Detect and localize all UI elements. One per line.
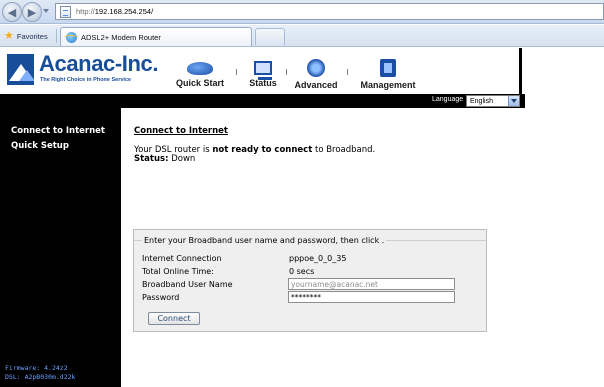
login-panel: Enter your Broadband user name and passw… (133, 229, 487, 332)
tab-adsl-router[interactable]: ADSL2+ Modem Router (60, 27, 252, 46)
connect-button[interactable]: Connect (148, 312, 200, 325)
language-select[interactable]: English (466, 95, 520, 107)
username-label: Broadband User Name (142, 280, 233, 289)
status-line: Status: Down (134, 154, 195, 164)
dsl-version: DSL: A2pB030m.d22k (5, 373, 76, 381)
address-scheme: http:// (76, 7, 95, 16)
sidebar-item-quick-setup[interactable]: Quick Setup (11, 141, 69, 151)
tab-title: ADSL2+ Modem Router (81, 32, 161, 42)
language-value: English (470, 97, 493, 105)
browser-tab-bar: ★ Favorites ADSL2+ Modem Router (0, 25, 604, 47)
status-value: Down (171, 154, 196, 164)
quick-start-icon (187, 62, 213, 75)
new-tab-button[interactable] (255, 28, 285, 45)
page-icon (60, 5, 71, 18)
logo-tagline: The Right Choice in Phone Service (40, 77, 132, 83)
online-time-value: 0 secs (289, 267, 315, 276)
logo-mountain-shape (19, 70, 34, 81)
menu-status[interactable]: Status (242, 48, 284, 94)
star-icon: ★ (4, 29, 14, 42)
password-input[interactable] (288, 291, 455, 303)
password-label: Password (142, 293, 180, 302)
monitor-icon (254, 61, 272, 80)
forward-arrow-icon: ▶ (27, 5, 37, 19)
status-emphasis: not ready to connect (212, 145, 313, 155)
sidebar-item-connect-to-internet[interactable]: Connect to Internet (11, 126, 105, 136)
browser-window: ◀ ▶ http://192.168.254.254/ ★ Favorites … (0, 0, 604, 387)
history-dropdown-icon[interactable] (43, 9, 49, 13)
gear-icon (307, 59, 325, 77)
menu-label: Advanced (294, 80, 338, 90)
internet-connection-value: pppoe_0_0_35 (289, 254, 347, 263)
menu-advanced[interactable]: Advanced (289, 48, 343, 94)
menu-separator (286, 69, 287, 75)
firmware-version: Firmware: 4.24z2 (5, 364, 68, 372)
status-suffix: to Broadband. (312, 145, 376, 155)
favorites-label: Favorites (16, 31, 48, 41)
menu-label: Quick Start (175, 78, 224, 88)
status-label: Status: (134, 154, 169, 164)
menu-quick-start[interactable]: Quick Start (170, 48, 230, 94)
logo-icon (7, 54, 34, 85)
address-host: 192.168.254.254/ (94, 7, 154, 16)
chevron-down-icon[interactable] (508, 96, 519, 106)
logo-name: Acanac-Inc. (39, 51, 159, 76)
main-content: Connect to Internet Your DSL router is n… (121, 108, 604, 387)
form-instruction: Enter your Broadband user name and passw… (142, 236, 387, 245)
menu-separator (236, 69, 237, 75)
page-title: Connect to Internet (134, 126, 228, 136)
page-header: Acanac-Inc. The Right Choice in Phone Se… (0, 48, 522, 94)
language-label: Language (432, 96, 464, 103)
forward-button[interactable]: ▶ (22, 2, 42, 22)
online-time-label: Total Online Time: (142, 267, 214, 276)
back-button[interactable]: ◀ (2, 2, 22, 22)
internet-connection-label: Internet Connection (142, 254, 222, 263)
menu-management[interactable]: Management (352, 48, 424, 94)
menu-separator (347, 69, 348, 75)
favorites-button[interactable]: ★ Favorites (4, 28, 48, 44)
browser-nav-bar: ◀ ▶ http://192.168.254.254/ (0, 0, 604, 24)
language-bar: Language English (0, 94, 525, 108)
management-icon (380, 59, 396, 77)
back-arrow-icon: ◀ (7, 5, 17, 19)
browser-page-icon (64, 31, 78, 43)
toolbar-divider (56, 29, 57, 43)
username-input[interactable] (288, 278, 455, 290)
address-bar[interactable]: http://192.168.254.254/ (55, 3, 604, 20)
menu-label: Management (360, 80, 416, 90)
sidebar: Connect to Internet Quick Setup Firmware… (0, 108, 121, 387)
page-viewport: Acanac-Inc. The Right Choice in Phone Se… (0, 48, 604, 387)
